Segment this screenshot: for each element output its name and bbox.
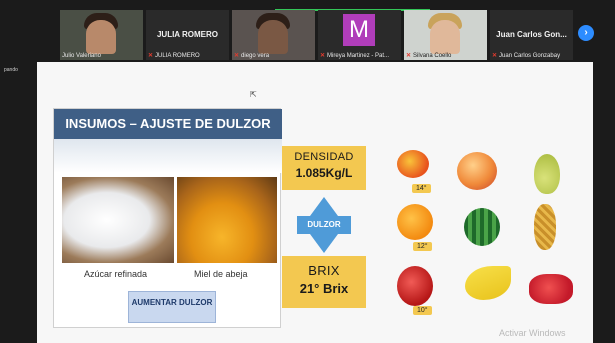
muted-mic-icon: ✕ <box>320 53 326 59</box>
density-label: DENSIDAD <box>294 151 354 163</box>
participant-name: ✕ Mireya Martinez - Pat... <box>320 53 390 59</box>
honey-image <box>177 177 277 263</box>
participant-name: ✕ Juan Carlos Gonzabay <box>492 53 561 59</box>
participant-avatar: M <box>343 14 375 46</box>
next-participants-button[interactable]: › <box>578 25 594 41</box>
participant-tile[interactable]: ✕ Silvana Coello <box>404 10 487 60</box>
orange-image <box>397 204 433 240</box>
participant-strip: Julio Valeriano JULIA ROMERO ✕ JULIA ROME… <box>60 10 575 60</box>
pear-image <box>534 154 560 194</box>
fruit-tag: 12° <box>413 242 432 251</box>
windows-activation-watermark: Activar Windows <box>499 328 566 338</box>
participant-video <box>86 20 116 54</box>
fruit-tag: 10° <box>413 306 432 315</box>
side-label: pando <box>4 67 18 73</box>
pineapple-image <box>534 204 556 250</box>
participant-tile[interactable]: ✕ diego vera <box>232 10 315 60</box>
peach-image <box>457 152 497 190</box>
arrow-up-icon <box>310 197 338 216</box>
participant-display-name: Juan Carlos Gon... <box>496 30 567 39</box>
muted-mic-icon: ✕ <box>148 53 154 59</box>
brix-value: 21° Brix <box>299 281 349 296</box>
density-value: 1.085Kg/L <box>295 166 353 180</box>
participant-name: ✕ diego vera <box>234 53 270 59</box>
participant-tile[interactable]: M ✕ Mireya Martinez - Pat... <box>318 10 401 60</box>
honey-caption: Miel de abeja <box>194 269 248 279</box>
dulzor-arrow: DULZOR <box>297 197 351 253</box>
strawberry-image <box>529 274 573 304</box>
panel-background <box>54 139 282 173</box>
brix-box: BRIX 21° Brix <box>282 256 366 308</box>
slide-title: INSUMOS – AJUSTE DE DULZOR <box>54 109 282 139</box>
shared-slide: ⇱ INSUMOS – AJUSTE DE DULZOR Azúcar refi… <box>37 62 593 343</box>
density-box: DENSIDAD 1.085Kg/L <box>282 146 366 190</box>
banana-image <box>465 266 511 300</box>
muted-mic-icon: ✕ <box>234 53 240 59</box>
participant-name: ✕ JULIA ROMERO <box>148 53 200 59</box>
participant-video <box>258 20 288 54</box>
sugar-caption: Azúcar refinada <box>84 269 148 279</box>
brix-label: BRIX <box>308 263 340 278</box>
dulzor-label: DULZOR <box>297 216 351 234</box>
participant-tile[interactable]: Juan Carlos Gon... ✕ Juan Carlos Gonzabay <box>490 10 573 60</box>
ingredients-panel: INSUMOS – AJUSTE DE DULZOR Azúcar refina… <box>53 108 282 328</box>
mango-image <box>397 150 429 178</box>
participant-tile[interactable]: Julio Valeriano <box>60 10 143 60</box>
arrow-down-icon <box>310 234 338 253</box>
participant-display-name: JULIA ROMERO <box>156 30 219 39</box>
participant-tile[interactable]: JULIA ROMERO ✕ JULIA ROMERO <box>146 10 229 60</box>
fruit-tag: 14° <box>412 184 431 193</box>
meeting-window: Julio Valeriano JULIA ROMERO ✕ JULIA ROME… <box>0 0 615 343</box>
sugar-image <box>62 177 174 263</box>
participant-video <box>430 20 460 54</box>
watermelon-image <box>464 208 500 246</box>
participant-name: Julio Valeriano <box>62 53 101 59</box>
muted-mic-icon: ✕ <box>492 53 498 59</box>
apple-image <box>397 266 433 306</box>
participant-name: ✕ Silvana Coello <box>406 53 452 59</box>
muted-mic-icon: ✕ <box>406 53 412 59</box>
increase-sweetness-button: AUMENTAR DULZOR <box>128 291 216 323</box>
cursor-icon: ⇱ <box>250 90 257 99</box>
